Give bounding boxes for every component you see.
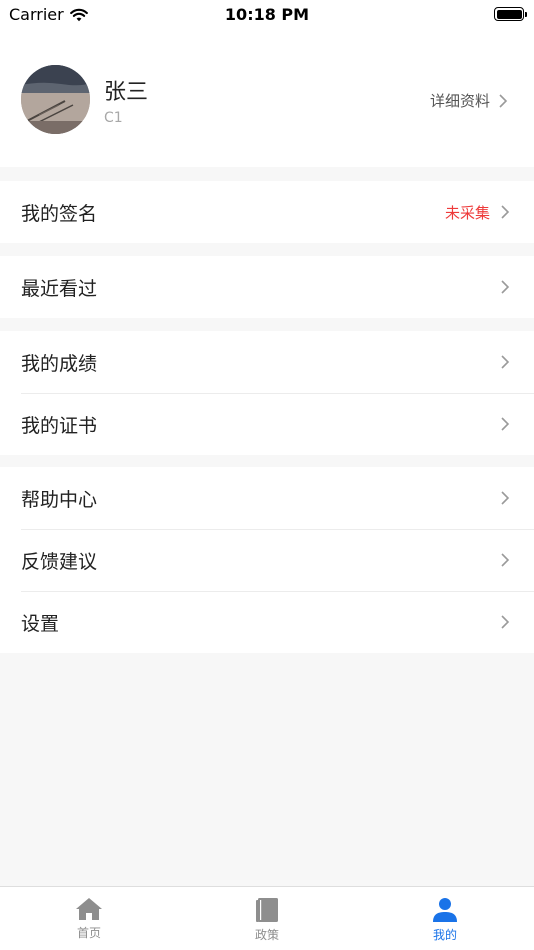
menu-item-label: 反馈建议 (21, 550, 98, 573)
book-icon (256, 898, 278, 922)
menu-group-signature: 我的签名 未采集 (0, 181, 534, 243)
chevron-right-icon (501, 417, 510, 431)
menu-item-recent[interactable]: 最近看过 (0, 256, 534, 318)
menu-item-scores[interactable]: 我的成绩 (0, 331, 534, 393)
profile-subtitle: C1 (104, 110, 123, 126)
tab-label: 政策 (254, 928, 279, 942)
menu-item-label: 我的签名 (21, 202, 98, 225)
avatar[interactable] (21, 65, 90, 134)
menu-item-label: 设置 (21, 612, 60, 635)
chevron-right-icon (501, 553, 510, 567)
menu-item-feedback[interactable]: 反馈建议 (0, 529, 534, 591)
tab-home[interactable]: 首页 (0, 887, 178, 950)
battery-icon (494, 7, 527, 21)
menu-group-support: 帮助中心 反馈建议 设置 (0, 467, 534, 653)
menu-item-label: 我的证书 (21, 414, 98, 437)
chevron-right-icon (501, 205, 510, 219)
profile-detail-link[interactable]: 详细资料 (430, 90, 508, 111)
status-bar: Carrier 10:18 PM (0, 0, 534, 30)
profile-header[interactable]: 张三 C1 详细资料 (0, 30, 534, 167)
chevron-right-icon (499, 93, 508, 108)
menu-item-label: 我的成绩 (21, 352, 98, 375)
menu-item-signature[interactable]: 我的签名 未采集 (0, 181, 534, 243)
profile-detail-label: 详细资料 (429, 92, 490, 110)
profile-name: 张三 (104, 80, 149, 105)
menu-item-certificates[interactable]: 我的证书 (0, 393, 534, 455)
menu-item-settings[interactable]: 设置 (0, 591, 534, 653)
status-time: 10:18 PM (224, 5, 310, 24)
screen: Carrier 10:18 PM 张三 C1 详细资料 我的签名 未采集 最近看… (0, 0, 534, 950)
menu-group-records: 我的成绩 我的证书 (0, 331, 534, 455)
menu-group-recent: 最近看过 (0, 256, 534, 318)
person-icon (433, 898, 457, 922)
tab-bar: 首页 政策 我的 (0, 886, 534, 950)
signature-status: 未采集 (444, 203, 490, 222)
tab-label: 首页 (76, 926, 101, 940)
chevron-right-icon (501, 615, 510, 629)
chevron-right-icon (501, 280, 510, 294)
chevron-right-icon (501, 355, 510, 369)
tab-policy[interactable]: 政策 (178, 887, 356, 950)
chevron-right-icon (501, 491, 510, 505)
home-icon (76, 898, 102, 920)
tab-label: 我的 (432, 928, 457, 942)
tab-mine[interactable]: 我的 (356, 887, 534, 950)
menu-item-label: 帮助中心 (21, 488, 98, 511)
menu-item-help[interactable]: 帮助中心 (0, 467, 534, 529)
menu-item-label: 最近看过 (21, 277, 98, 300)
